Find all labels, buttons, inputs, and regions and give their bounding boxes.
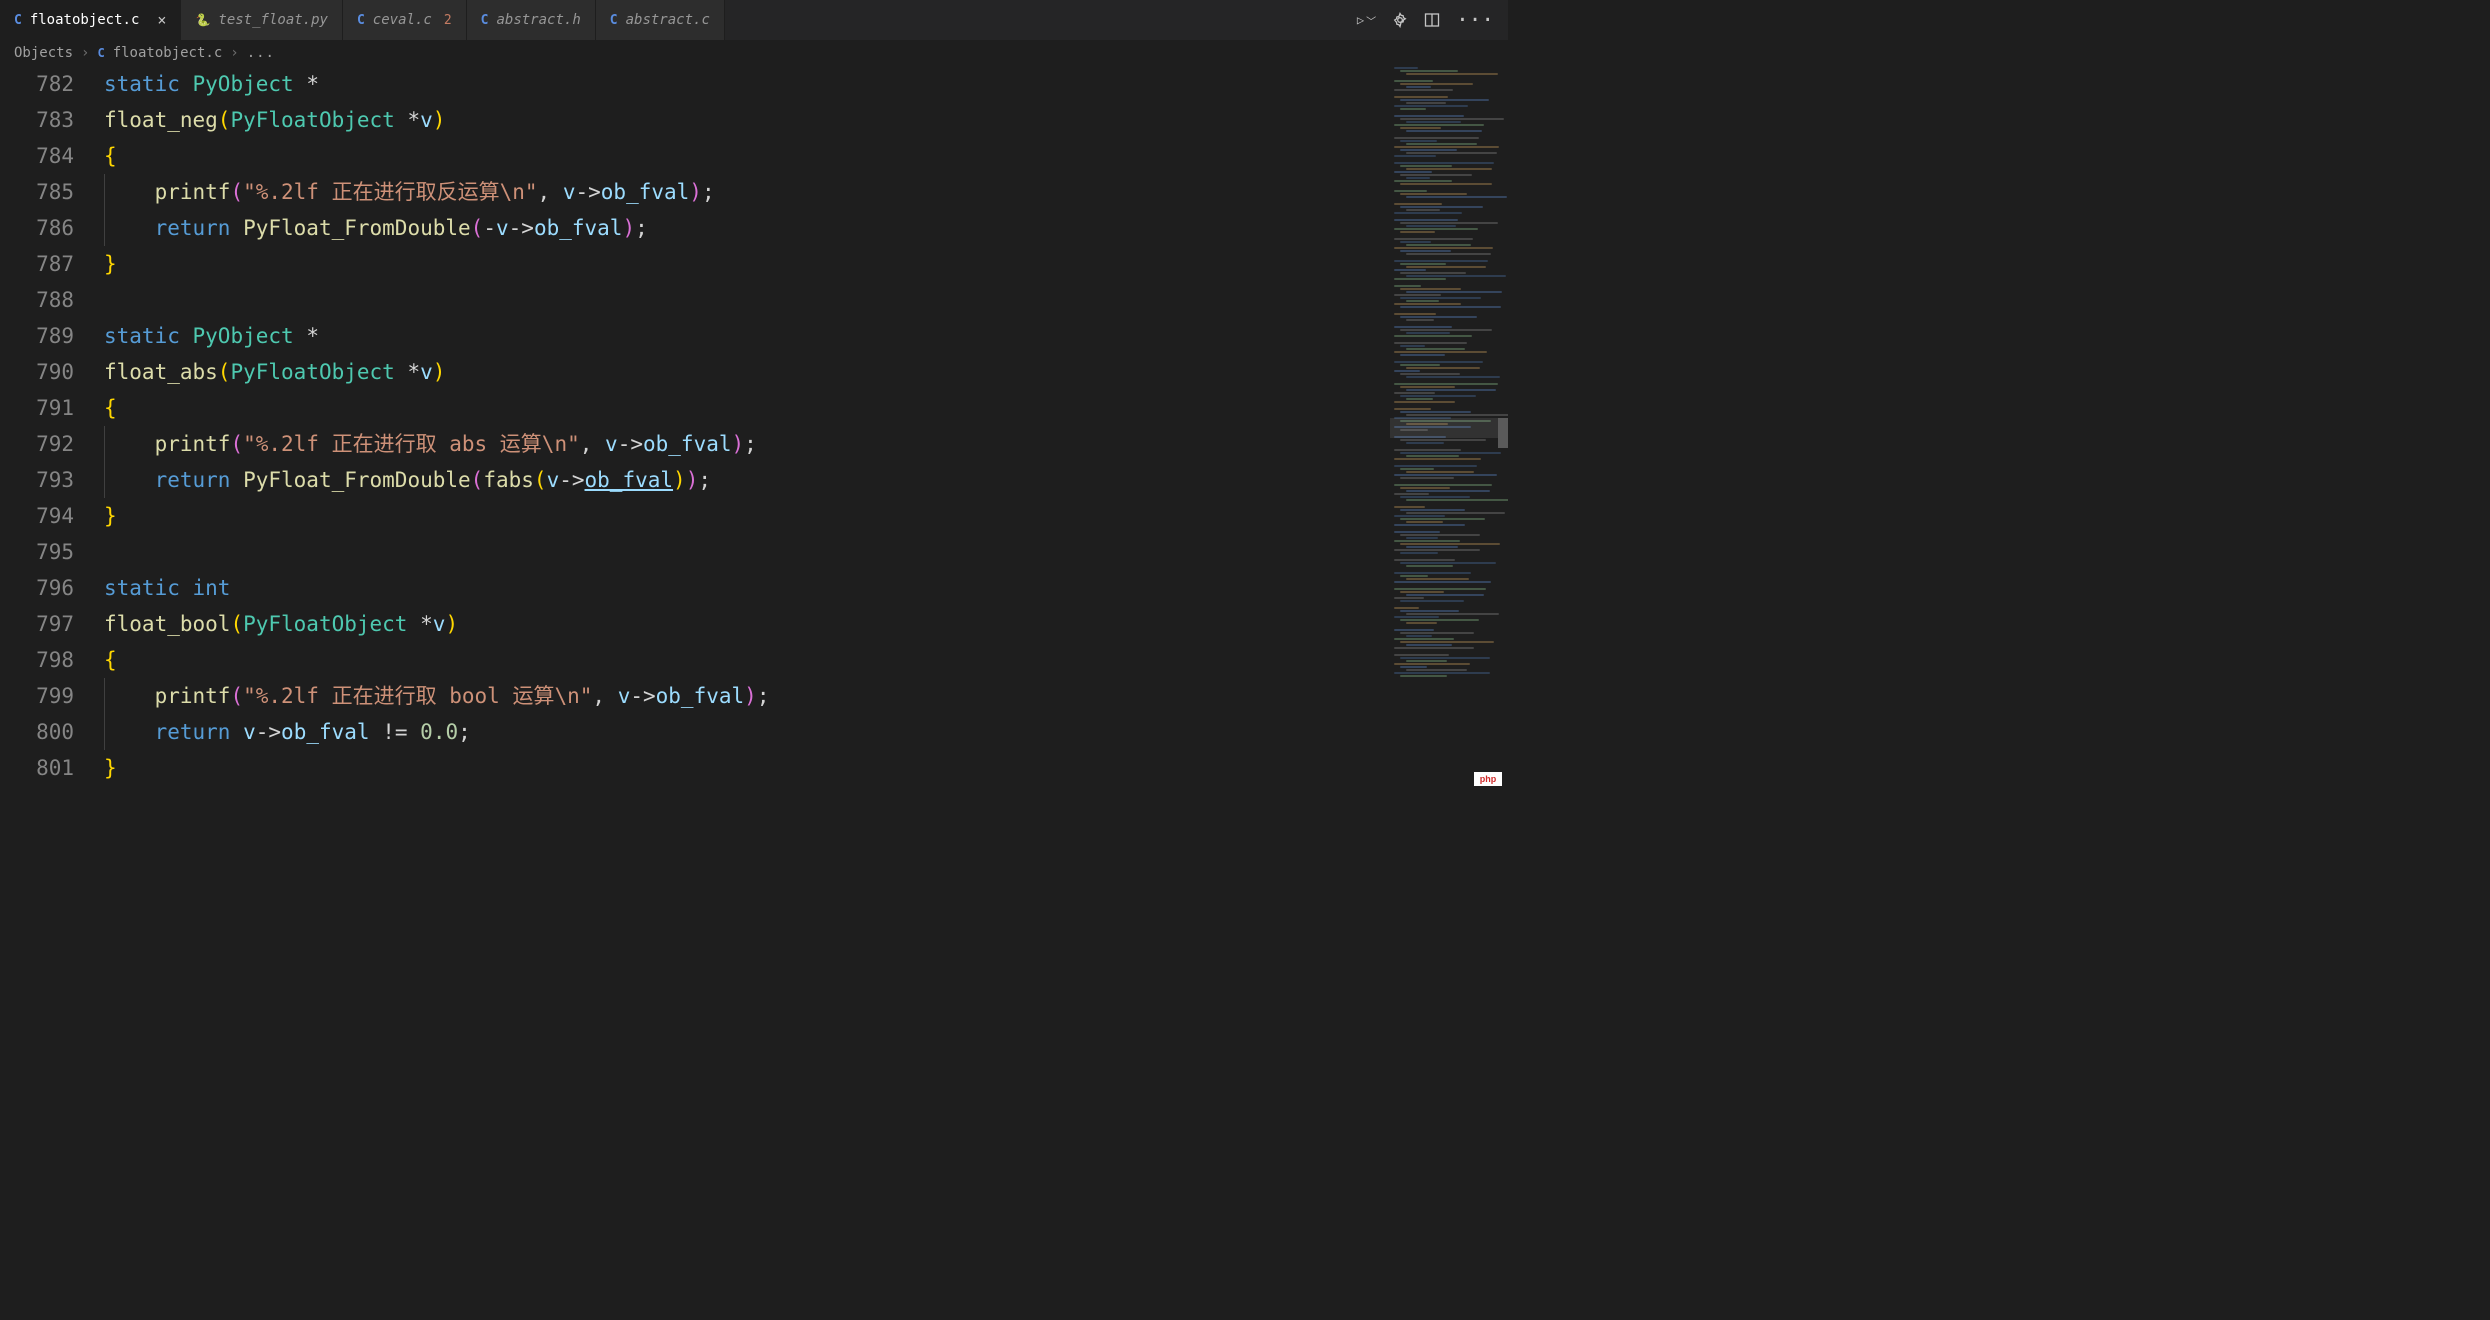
code-line[interactable]: float_abs(PyFloatObject *v) <box>100 354 1386 390</box>
minimap-viewport[interactable] <box>1390 418 1508 438</box>
filetype-c-icon: C <box>14 13 22 28</box>
line-number: 788 <box>0 282 74 318</box>
tab-floatobject-c[interactable]: Cfloatobject.c × <box>0 0 181 40</box>
code-line[interactable]: return PyFloat_FromDouble(fabs(v->ob_fva… <box>100 462 1386 498</box>
tab-abstract-c[interactable]: Cabstract.c <box>596 0 725 40</box>
code-line[interactable]: return PyFloat_FromDouble(-v->ob_fval); <box>100 210 1386 246</box>
code-line[interactable]: float_bool(PyFloatObject *v) <box>100 606 1386 642</box>
play-icon: ▷ <box>1357 13 1364 27</box>
code-line[interactable] <box>100 534 1386 570</box>
filetype-python-icon: 🐍 <box>195 13 210 27</box>
line-number: 784 <box>0 138 74 174</box>
breadcrumb-file[interactable]: floatobject.c <box>113 45 223 61</box>
breadcrumb-folder[interactable]: Objects <box>14 45 73 61</box>
tab-actions: ▷ ﹀ ··· <box>1343 8 1508 32</box>
run-dropdown-button[interactable]: ▷ ﹀ <box>1357 13 1376 28</box>
breadcrumb-more[interactable]: ... <box>247 45 275 61</box>
tab-ceval-c[interactable]: Cceval.c 2 <box>343 0 467 40</box>
tab-label: abstract.h <box>496 12 580 28</box>
code-editor[interactable]: 7827837847857867877887897907917927937947… <box>0 66 1386 792</box>
line-number: 795 <box>0 534 74 570</box>
problem-count-badge: 2 <box>444 13 452 28</box>
breadcrumb[interactable]: Objects › C floatobject.c › ... <box>0 40 1508 66</box>
settings-icon[interactable] <box>1392 12 1408 28</box>
scrollbar-thumb[interactable] <box>1498 418 1508 448</box>
tab-label: ceval.c <box>373 12 432 28</box>
line-number: 793 <box>0 462 74 498</box>
chevron-right-icon: › <box>230 45 238 61</box>
filetype-c-icon: C <box>97 46 104 60</box>
filetype-c-icon: C <box>610 13 618 28</box>
code-line[interactable]: return v->ob_fval != 0.0; <box>100 714 1386 750</box>
line-number: 792 <box>0 426 74 462</box>
close-icon[interactable]: × <box>157 11 166 29</box>
line-number: 786 <box>0 210 74 246</box>
code-line[interactable]: printf("%.2lf 正在进行取反运算\n", v->ob_fval); <box>100 174 1386 210</box>
line-number-gutter: 7827837847857867877887897907917927937947… <box>0 66 100 792</box>
split-editor-icon[interactable] <box>1424 12 1440 28</box>
watermark-badge: php <box>1474 772 1502 786</box>
code-line[interactable]: } <box>100 750 1386 786</box>
code-content[interactable]: static PyObject *float_neg(PyFloatObject… <box>100 66 1386 792</box>
line-number: 783 <box>0 102 74 138</box>
chevron-down-icon: ﹀ <box>1366 13 1376 28</box>
minimap[interactable] <box>1390 66 1508 792</box>
line-number: 782 <box>0 66 74 102</box>
code-line[interactable]: } <box>100 498 1386 534</box>
tab-label: test_float.py <box>218 12 328 28</box>
line-number: 798 <box>0 642 74 678</box>
code-line[interactable]: } <box>100 246 1386 282</box>
code-line[interactable]: static PyObject * <box>100 318 1386 354</box>
line-number: 797 <box>0 606 74 642</box>
more-actions-icon[interactable]: ··· <box>1456 8 1494 32</box>
line-number: 785 <box>0 174 74 210</box>
code-line[interactable]: { <box>100 642 1386 678</box>
code-line[interactable]: { <box>100 138 1386 174</box>
tab-bar: Cfloatobject.c × 🐍 test_float.py Cceval.c 2 Ca… <box>0 0 1508 40</box>
code-line[interactable]: static PyObject * <box>100 66 1386 102</box>
tab-label: floatobject.c <box>30 12 140 28</box>
line-number: 800 <box>0 714 74 750</box>
code-line[interactable] <box>100 282 1386 318</box>
tab-label: abstract.c <box>626 12 710 28</box>
line-number: 790 <box>0 354 74 390</box>
line-number: 799 <box>0 678 74 714</box>
line-number: 801 <box>0 750 74 786</box>
chevron-right-icon: › <box>81 45 89 61</box>
line-number: 789 <box>0 318 74 354</box>
code-line[interactable]: float_neg(PyFloatObject *v) <box>100 102 1386 138</box>
code-line[interactable]: printf("%.2lf 正在进行取 bool 运算\n", v->ob_fv… <box>100 678 1386 714</box>
tab-test_float-py[interactable]: 🐍 test_float.py <box>181 0 343 40</box>
code-line[interactable]: { <box>100 390 1386 426</box>
code-line[interactable]: printf("%.2lf 正在进行取 abs 运算\n", v->ob_fva… <box>100 426 1386 462</box>
line-number: 796 <box>0 570 74 606</box>
line-number: 791 <box>0 390 74 426</box>
code-line[interactable]: static int <box>100 570 1386 606</box>
line-number: 794 <box>0 498 74 534</box>
filetype-c-icon: C <box>357 13 365 28</box>
tab-abstract-h[interactable]: Cabstract.h <box>467 0 596 40</box>
line-number: 787 <box>0 246 74 282</box>
filetype-c-icon: C <box>481 13 489 28</box>
